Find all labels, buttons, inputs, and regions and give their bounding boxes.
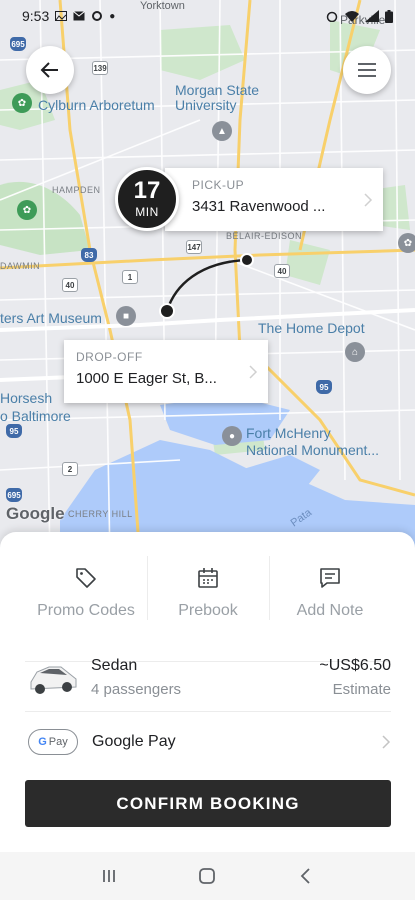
pickup-address: 3431 Ravenwood ... (192, 198, 326, 215)
prebook-label: Prebook (178, 602, 238, 619)
booking-sheet: Promo Codes Prebook Add Note Sedan 4 pas… (0, 532, 415, 852)
pickup-callout[interactable]: PICK-UP 3431 Ravenwood ... (165, 168, 383, 231)
park-icon: ✿ (398, 233, 415, 253)
ride-option-row[interactable]: Sedan 4 passengers ~US$6.50 Estimate (25, 644, 391, 712)
tag-icon (76, 568, 96, 588)
pickup-caption: PICK-UP (192, 178, 245, 192)
ride-price: ~US$6.50 (319, 657, 391, 674)
store-icon: ⌂ (345, 342, 365, 362)
system-nav-bar (0, 852, 415, 900)
back-button[interactable] (26, 46, 74, 94)
map-label-dawmin: DAWMIN (0, 261, 41, 271)
recent-apps-button[interactable] (89, 856, 129, 896)
route-shield: 139 (92, 61, 108, 75)
recents-icon (103, 870, 116, 882)
map-view[interactable]: Cylburn Arboretum Morgan State Universit… (0, 0, 415, 560)
university-icon: ▲ (212, 121, 232, 141)
dropoff-caption: DROP-OFF (76, 350, 143, 364)
route-shield: 95 (6, 424, 22, 438)
google-pay-badge-icon: G Pay (28, 729, 78, 755)
route-shield: 147 (186, 240, 202, 254)
dropoff-address: 1000 E Eager St, B... (76, 370, 217, 387)
route-shield: 40 (62, 278, 78, 292)
system-back-button[interactable] (286, 856, 326, 896)
chevron-right-icon (382, 735, 391, 749)
payment-method-name: Google Pay (92, 733, 176, 750)
dot-icon: ● (109, 10, 116, 22)
alarm-icon (326, 11, 338, 22)
battery-icon (385, 9, 393, 23)
dropoff-callout[interactable]: DROP-OFF 1000 E Eager St, B... (64, 340, 268, 403)
google-logo: Google (6, 504, 65, 523)
home-icon (199, 868, 216, 884)
map-label-hampden: HAMPDEN (52, 185, 101, 195)
ride-name: Sedan (91, 657, 138, 674)
promo-codes-label: Promo Codes (37, 602, 135, 619)
add-note-label: Add Note (296, 602, 364, 619)
park-icon: ✿ (17, 200, 37, 220)
hamburger-icon (358, 63, 376, 77)
route-shield: 95 (316, 380, 332, 394)
image-notification-icon (55, 11, 68, 21)
route-shield: 695 (10, 37, 26, 51)
route-shield: 695 (6, 488, 22, 502)
eta-value: 17 (133, 177, 161, 204)
gmail-notification-icon (73, 11, 86, 21)
museum-icon: ■ (116, 306, 136, 326)
status-time: 9:53 (22, 8, 50, 24)
calendar-icon (198, 568, 218, 588)
gpay-g: G (38, 736, 47, 748)
park-icon: ✿ (12, 93, 32, 113)
note-icon (320, 568, 340, 588)
map-label-fort: Fort McHenry National Monument... (246, 425, 380, 458)
sedan-car-icon (30, 666, 77, 694)
route-shield: 1 (122, 270, 138, 284)
route-shield: 2 (62, 462, 78, 476)
map-label-horseshoe: Horsesh o Baltimore (0, 390, 71, 424)
monument-icon: ● (222, 426, 242, 446)
eta-unit: MIN (135, 205, 159, 219)
route-shield: 40 (274, 264, 290, 278)
confirm-booking-button[interactable]: CONFIRM BOOKING (25, 780, 391, 827)
status-bar: 9:53 ● (0, 0, 415, 32)
ride-passengers: 4 passengers (91, 681, 182, 698)
map-label-cylburn: Cylburn Arboretum (38, 97, 155, 113)
signal-icon (365, 10, 379, 22)
back-chevron-icon (300, 868, 310, 884)
route-shield: 83 (81, 248, 97, 262)
gpay-pay: Pay (48, 736, 68, 748)
ride-estimate: Estimate (332, 681, 391, 698)
map-label-cherry: CHERRY HILL (68, 509, 133, 519)
settings-notification-icon (92, 11, 103, 21)
wifi-icon (345, 11, 359, 22)
map-label-artists: ters Art Museum (0, 310, 102, 326)
map-label-home-depot: The Home Depot (258, 320, 365, 336)
map-label-morgan: Morgan State University (175, 82, 260, 114)
payment-method-row[interactable]: G Pay Google Pay (25, 716, 391, 768)
arrow-left-icon (40, 62, 58, 78)
home-button[interactable] (187, 856, 227, 896)
menu-button[interactable] (343, 46, 391, 94)
map-label-belair: BELAIR-EDISON (226, 231, 303, 241)
chevron-right-icon (249, 364, 258, 379)
chevron-right-icon (364, 192, 373, 207)
eta-badge: 17 MIN (115, 167, 179, 231)
